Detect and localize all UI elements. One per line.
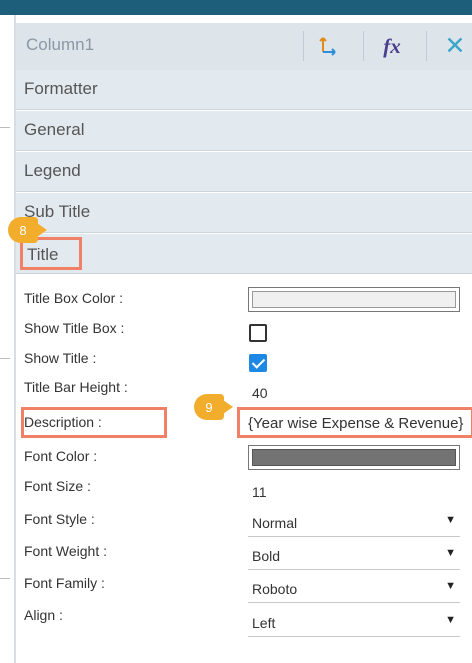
font-style-label: Font Style :	[24, 511, 95, 527]
show-title-box-checkbox[interactable]	[249, 324, 267, 342]
accordion-title[interactable]: Title	[16, 234, 472, 274]
accordion-label: Title	[27, 245, 59, 264]
dropdown-arrow-icon: ▼	[445, 547, 456, 559]
select-value: Roboto	[252, 581, 298, 597]
axis-icon[interactable]	[314, 33, 340, 59]
align-label: Align :	[24, 607, 63, 623]
show-title-box-label: Show Title Box :	[24, 320, 125, 336]
show-title-checkbox[interactable]	[249, 354, 267, 372]
properties-panel: Column1 fx ✕ Formatter General Legend Su…	[14, 15, 472, 663]
close-icon[interactable]: ✕	[442, 32, 468, 60]
left-tick	[0, 578, 10, 579]
align-select[interactable]: Left ▼	[248, 611, 460, 637]
accordion-label: General	[24, 120, 85, 139]
title-box-color-picker[interactable]	[248, 287, 460, 312]
font-family-label: Font Family :	[24, 575, 105, 591]
top-bar	[0, 0, 472, 15]
description-label: Description :	[24, 414, 102, 430]
font-size-label: Font Size :	[24, 478, 91, 494]
accordion-label: Legend	[24, 161, 81, 180]
font-size-value[interactable]: 11	[252, 484, 267, 500]
description-input[interactable]: {Year wise Expense & Revenue}	[237, 407, 472, 438]
font-color-label: Font Color :	[24, 448, 98, 464]
font-weight-select[interactable]: Bold ▼	[248, 544, 460, 570]
step-badge-8: 8	[8, 217, 47, 243]
font-weight-label: Font Weight :	[24, 543, 108, 559]
accordion-general[interactable]: General	[16, 111, 472, 151]
accordion-sub-title[interactable]: Sub Title	[16, 193, 472, 233]
title-bar-height-value[interactable]: 40	[252, 385, 268, 401]
description-input-value: {Year wise Expense & Revenue}	[248, 415, 464, 432]
select-value: Left	[252, 615, 276, 631]
step-badge-9: 9	[194, 394, 233, 420]
header-divider	[303, 31, 304, 61]
left-tick	[0, 358, 10, 359]
font-family-select[interactable]: Roboto ▼	[248, 577, 460, 603]
dropdown-arrow-icon: ▼	[445, 514, 456, 526]
dropdown-arrow-icon: ▼	[445, 580, 456, 592]
color-swatch	[252, 291, 456, 308]
title-bar-height-label: Title Bar Height :	[24, 379, 128, 395]
header-divider	[363, 31, 364, 61]
panel-title: Column1	[26, 35, 95, 54]
left-tick	[0, 127, 10, 128]
font-style-select[interactable]: Normal ▼	[248, 511, 460, 537]
font-color-picker[interactable]	[248, 445, 460, 470]
title-box-color-label: Title Box Color :	[24, 290, 124, 306]
color-swatch	[252, 449, 456, 466]
fx-icon[interactable]: fx	[379, 33, 405, 59]
header-divider	[426, 31, 427, 61]
select-value: Normal	[252, 515, 298, 531]
left-background-strip	[0, 15, 14, 663]
panel-header: Column1 fx ✕	[16, 23, 472, 70]
accordion-legend[interactable]: Legend	[16, 152, 472, 192]
select-value: Bold	[252, 548, 281, 564]
show-title-label: Show Title :	[24, 350, 97, 366]
accordion-formatter[interactable]: Formatter	[16, 70, 472, 110]
accordion-label: Formatter	[24, 79, 98, 98]
dropdown-arrow-icon: ▼	[445, 614, 456, 626]
